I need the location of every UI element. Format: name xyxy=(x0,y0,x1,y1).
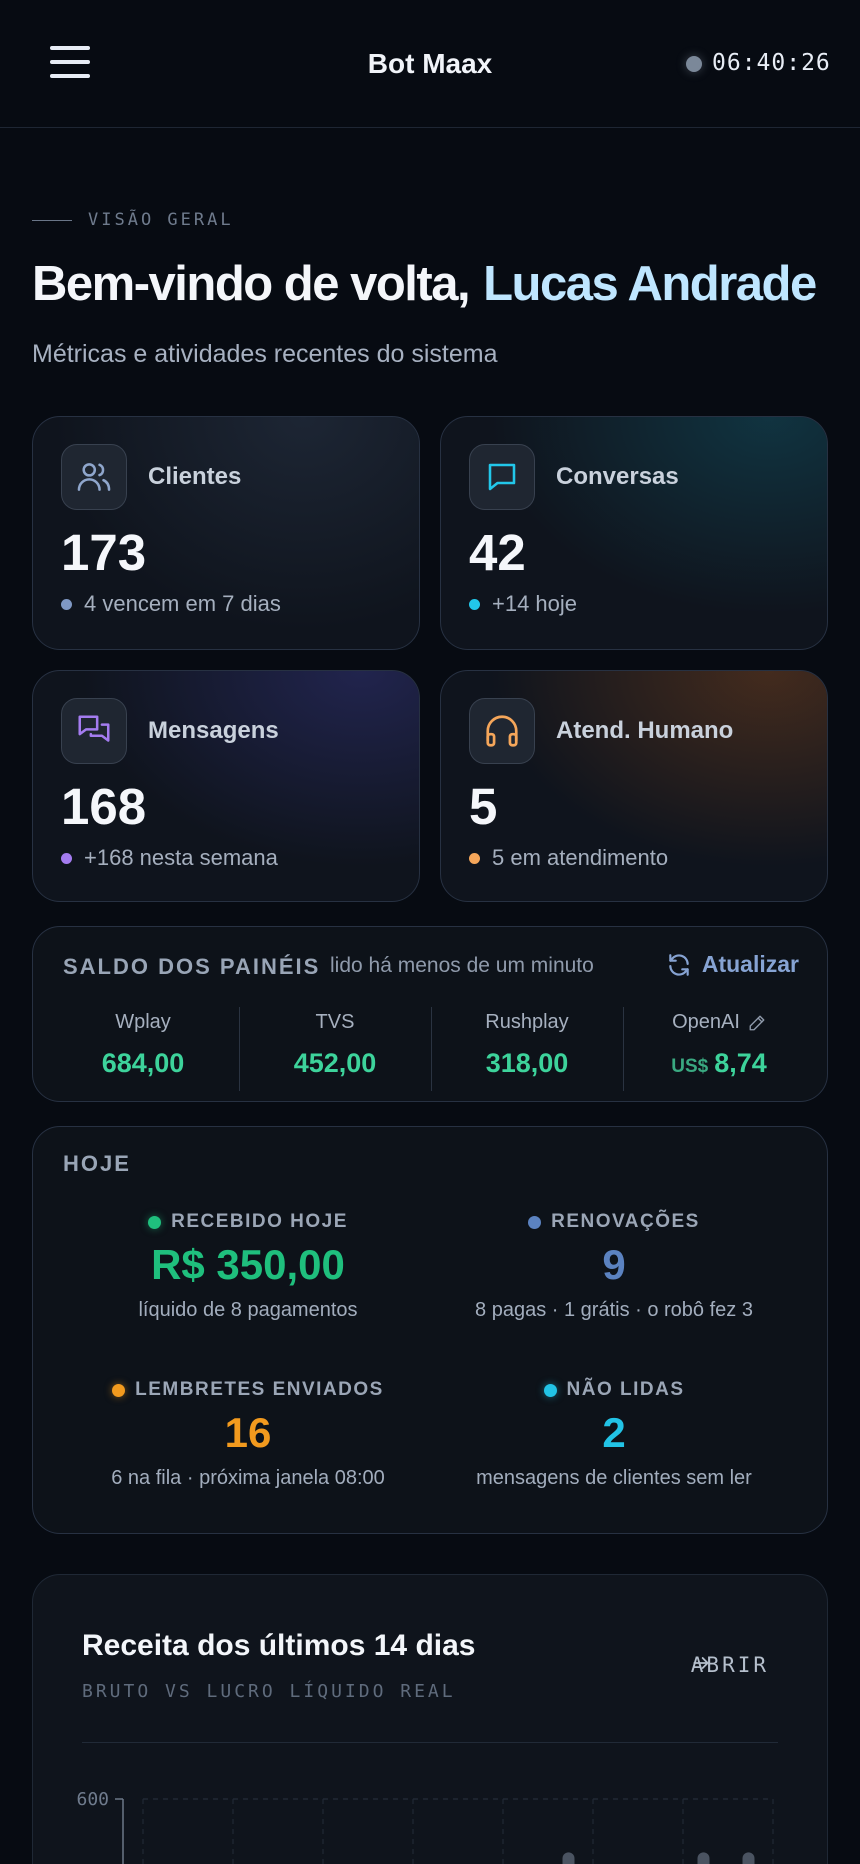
stat-card-atendimento-humano[interactable]: Atend. Humano 5 5 em atendimento xyxy=(440,670,828,902)
balances-updated: lido há menos de um minuto xyxy=(330,954,594,977)
balance-currency: US$ xyxy=(671,1056,709,1077)
revenue-bar[interactable] xyxy=(562,1852,575,1864)
eyebrow-line xyxy=(32,219,72,221)
page-subtitle: Métricas e atividades recentes do sistem… xyxy=(32,340,498,368)
today-value: R$ 350,00 xyxy=(151,1241,345,1288)
stat-note-text: 5 em atendimento xyxy=(492,845,669,870)
balance-wplay: Wplay 684,00 xyxy=(47,997,239,1087)
balance-openai: OpenAI US$ 8,74 xyxy=(623,997,815,1091)
balance-tvs: TVS 452,00 xyxy=(239,997,431,1091)
note-dot xyxy=(61,852,72,864)
today-value: 16 xyxy=(224,1409,272,1456)
revenue-chart: 600 xyxy=(76,1789,774,1864)
stat-value: 5 xyxy=(469,778,498,835)
section-eyebrow: VISÃO GERAL xyxy=(32,210,234,230)
top-bar: Bot Maax 06:40:26 xyxy=(0,0,860,128)
today-title: HOJE xyxy=(63,1151,131,1176)
chat-icon xyxy=(469,444,535,510)
revenue-card: Receita dos últimos 14 dias BRUTO VS LUC… xyxy=(32,1574,828,1864)
today-reminders: LEMBRETES ENVIADOS 16 6 na fila · próxim… xyxy=(63,1379,433,1490)
stat-note: 4 vencem em 7 dias xyxy=(61,591,281,617)
refresh-icon xyxy=(669,953,689,976)
user-name: Lucas Andrade xyxy=(483,257,817,311)
status-dot xyxy=(112,1383,126,1397)
status-dot xyxy=(528,1215,542,1229)
status-dot xyxy=(148,1215,162,1229)
balance-rushplay: Rushplay 318,00 xyxy=(431,997,623,1091)
status-indicator xyxy=(686,56,702,72)
today-received: RECEBIDO HOJE R$ 350,00 líquido de 8 pag… xyxy=(63,1211,433,1322)
revenue-bar[interactable] xyxy=(742,1852,755,1864)
stat-note: +168 nesta semana xyxy=(61,845,278,871)
balance-amount: 8,74 xyxy=(714,1048,767,1078)
balance-name: Wplay xyxy=(115,1011,171,1033)
stat-label: Clientes xyxy=(148,463,242,490)
stat-value: 168 xyxy=(61,778,147,835)
welcome-text: Bem-vindo de volta, xyxy=(32,257,471,311)
headphones-icon xyxy=(469,698,535,764)
today-sub: líquido de 8 pagamentos xyxy=(138,1299,358,1321)
stat-card-mensagens[interactable]: Mensagens 168 +168 nesta semana xyxy=(32,670,420,902)
status-dot xyxy=(543,1383,557,1397)
eyebrow-text: VISÃO GERAL xyxy=(88,210,234,230)
note-dot xyxy=(469,598,480,610)
stat-note-text: 4 vencem em 7 dias xyxy=(84,591,281,616)
welcome-heading: Bem-vindo de volta, Lucas Andrade xyxy=(32,256,817,312)
today-label: RENOVAÇÕES xyxy=(551,1211,700,1232)
balances-title: SALDO DOS PAINÉIS xyxy=(63,954,321,979)
today-label: RECEBIDO HOJE xyxy=(171,1211,348,1232)
balance-name: Rushplay xyxy=(485,1011,569,1033)
stat-value: 42 xyxy=(469,524,526,581)
stat-note-text: +168 nesta semana xyxy=(84,845,278,870)
stat-label: Mensagens xyxy=(148,717,279,744)
note-dot xyxy=(469,852,480,864)
balance-amount: 452,00 xyxy=(293,1048,377,1078)
revenue-bar[interactable] xyxy=(697,1852,710,1864)
today-unread: NÃO LIDAS 2 mensagens de clientes sem le… xyxy=(429,1379,799,1490)
edit-icon[interactable] xyxy=(748,1014,766,1032)
balance-amount: 684,00 xyxy=(101,1048,185,1078)
clock: 06:40:26 xyxy=(712,50,831,76)
stat-label: Conversas xyxy=(556,463,679,490)
stat-value: 173 xyxy=(61,524,147,581)
today-sub: 8 pagas · 1 grátis · o robô fez 3 xyxy=(475,1299,753,1321)
stat-label: Atend. Humano xyxy=(556,717,734,744)
balance-name: TVS xyxy=(315,1011,355,1033)
stat-card-conversas[interactable]: Conversas 42 +14 hoje xyxy=(440,416,828,650)
today-renewals: RENOVAÇÕES 9 8 pagas · 1 grátis · o robô… xyxy=(429,1211,799,1322)
stat-note: +14 hoje xyxy=(469,591,577,617)
stat-note: 5 em atendimento xyxy=(469,845,668,871)
balances-row: Wplay 684,00 TVS 452,00 Rushplay 318,00 … xyxy=(33,997,829,1091)
today-panel: HOJE RECEBIDO HOJE R$ 350,00 líquido de … xyxy=(32,1126,828,1534)
refresh-button[interactable]: Atualizar xyxy=(666,951,799,978)
today-sub: mensagens de clientes sem ler xyxy=(476,1467,752,1489)
today-label: NÃO LIDAS xyxy=(566,1379,685,1400)
today-value: 2 xyxy=(602,1409,626,1456)
y-tick-label: 600 xyxy=(76,1789,109,1810)
panel-balances: SALDO DOS PAINÉIS lido há menos de um mi… xyxy=(32,926,828,1102)
messages-icon xyxy=(61,698,127,764)
today-value: 9 xyxy=(602,1241,626,1288)
stat-card-clientes[interactable]: Clientes 173 4 vencem em 7 dias xyxy=(32,416,420,650)
refresh-label: Atualizar xyxy=(701,951,799,977)
note-dot xyxy=(61,598,72,610)
users-icon xyxy=(61,444,127,510)
today-sub: 6 na fila · próxima janela 08:00 xyxy=(111,1467,385,1489)
balance-name: OpenAI xyxy=(672,1011,740,1033)
balance-amount: 318,00 xyxy=(485,1048,569,1078)
today-label: LEMBRETES ENVIADOS xyxy=(135,1379,384,1400)
stat-note-text: +14 hoje xyxy=(492,591,578,616)
